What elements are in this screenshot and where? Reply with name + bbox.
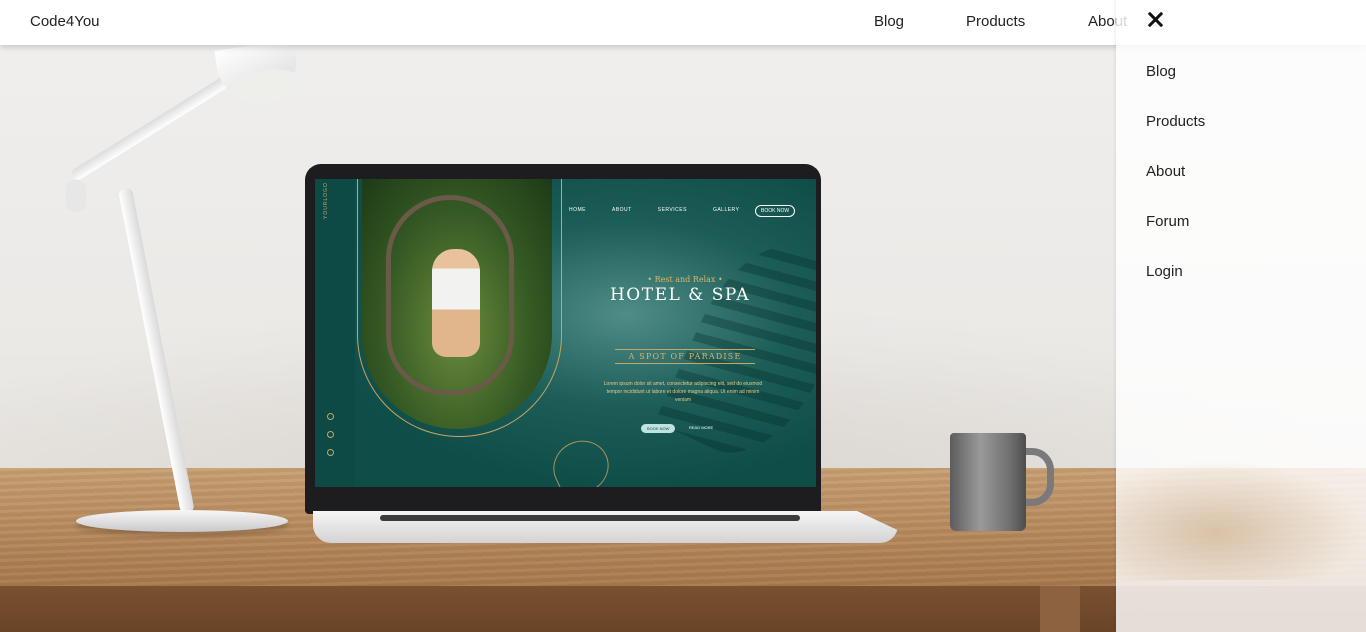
desk-leg xyxy=(1040,586,1080,632)
screen-nav-services: SERVICES xyxy=(657,207,687,213)
woman-figure xyxy=(432,249,480,357)
screen-nav: HOME ABOUT SERVICES GALLERY xyxy=(569,207,739,213)
brand-logo[interactable]: Code4You xyxy=(30,13,100,30)
lamp-arm-upper xyxy=(69,71,238,182)
sidebar-background-blur xyxy=(1116,460,1366,580)
nav-link-products[interactable]: Products xyxy=(966,13,1025,30)
sidebar-item-login[interactable]: Login xyxy=(1146,263,1183,280)
side-menu: Blog Products About Forum Login xyxy=(1116,0,1366,632)
mail-icon xyxy=(327,449,334,456)
leaf-outline-icon xyxy=(544,431,618,487)
coffee-mug xyxy=(950,433,1026,531)
close-icon[interactable] xyxy=(1144,9,1166,31)
lamp-joint xyxy=(66,180,86,212)
sidebar-item-forum[interactable]: Forum xyxy=(1146,213,1189,230)
instagram-icon xyxy=(327,431,334,438)
screen-book-now-button: BOOK NOW xyxy=(641,424,676,433)
sidebar-item-products[interactable]: Products xyxy=(1146,113,1205,130)
screen-book-now-outline: BOOK NOW xyxy=(755,205,796,217)
screen-tagline: • Rest and Relax • xyxy=(647,275,723,284)
screen-spa-photo xyxy=(362,179,552,429)
sidebar-item-about[interactable]: About xyxy=(1146,163,1185,180)
lamp-base xyxy=(76,510,288,532)
screen-paragraph: Lorem ipsum dolor sit amet, consectetur … xyxy=(603,381,763,403)
screen-nav-about: ABOUT xyxy=(612,207,632,213)
laptop-keyboard-edge xyxy=(380,515,800,521)
laptop-screen: YOURLOGO HOME ABOUT SERVICES GALLERY BOO… xyxy=(315,179,816,487)
screen-logo-text: YOURLOGO xyxy=(323,182,329,219)
screen-nav-home: HOME xyxy=(569,207,586,213)
screen-title: HOTEL & SPA xyxy=(609,285,751,305)
screen-read-more-link: READ MORE xyxy=(689,425,714,430)
screen-subtitle: A SPOT OF PARADISE xyxy=(615,349,755,364)
screen-nav-gallery: GALLERY xyxy=(712,207,740,213)
sidebar-item-blog[interactable]: Blog xyxy=(1146,63,1176,80)
nav-link-blog[interactable]: Blog xyxy=(874,13,904,30)
info-icon xyxy=(327,413,334,420)
screen-sidebar-stripe xyxy=(315,179,355,487)
